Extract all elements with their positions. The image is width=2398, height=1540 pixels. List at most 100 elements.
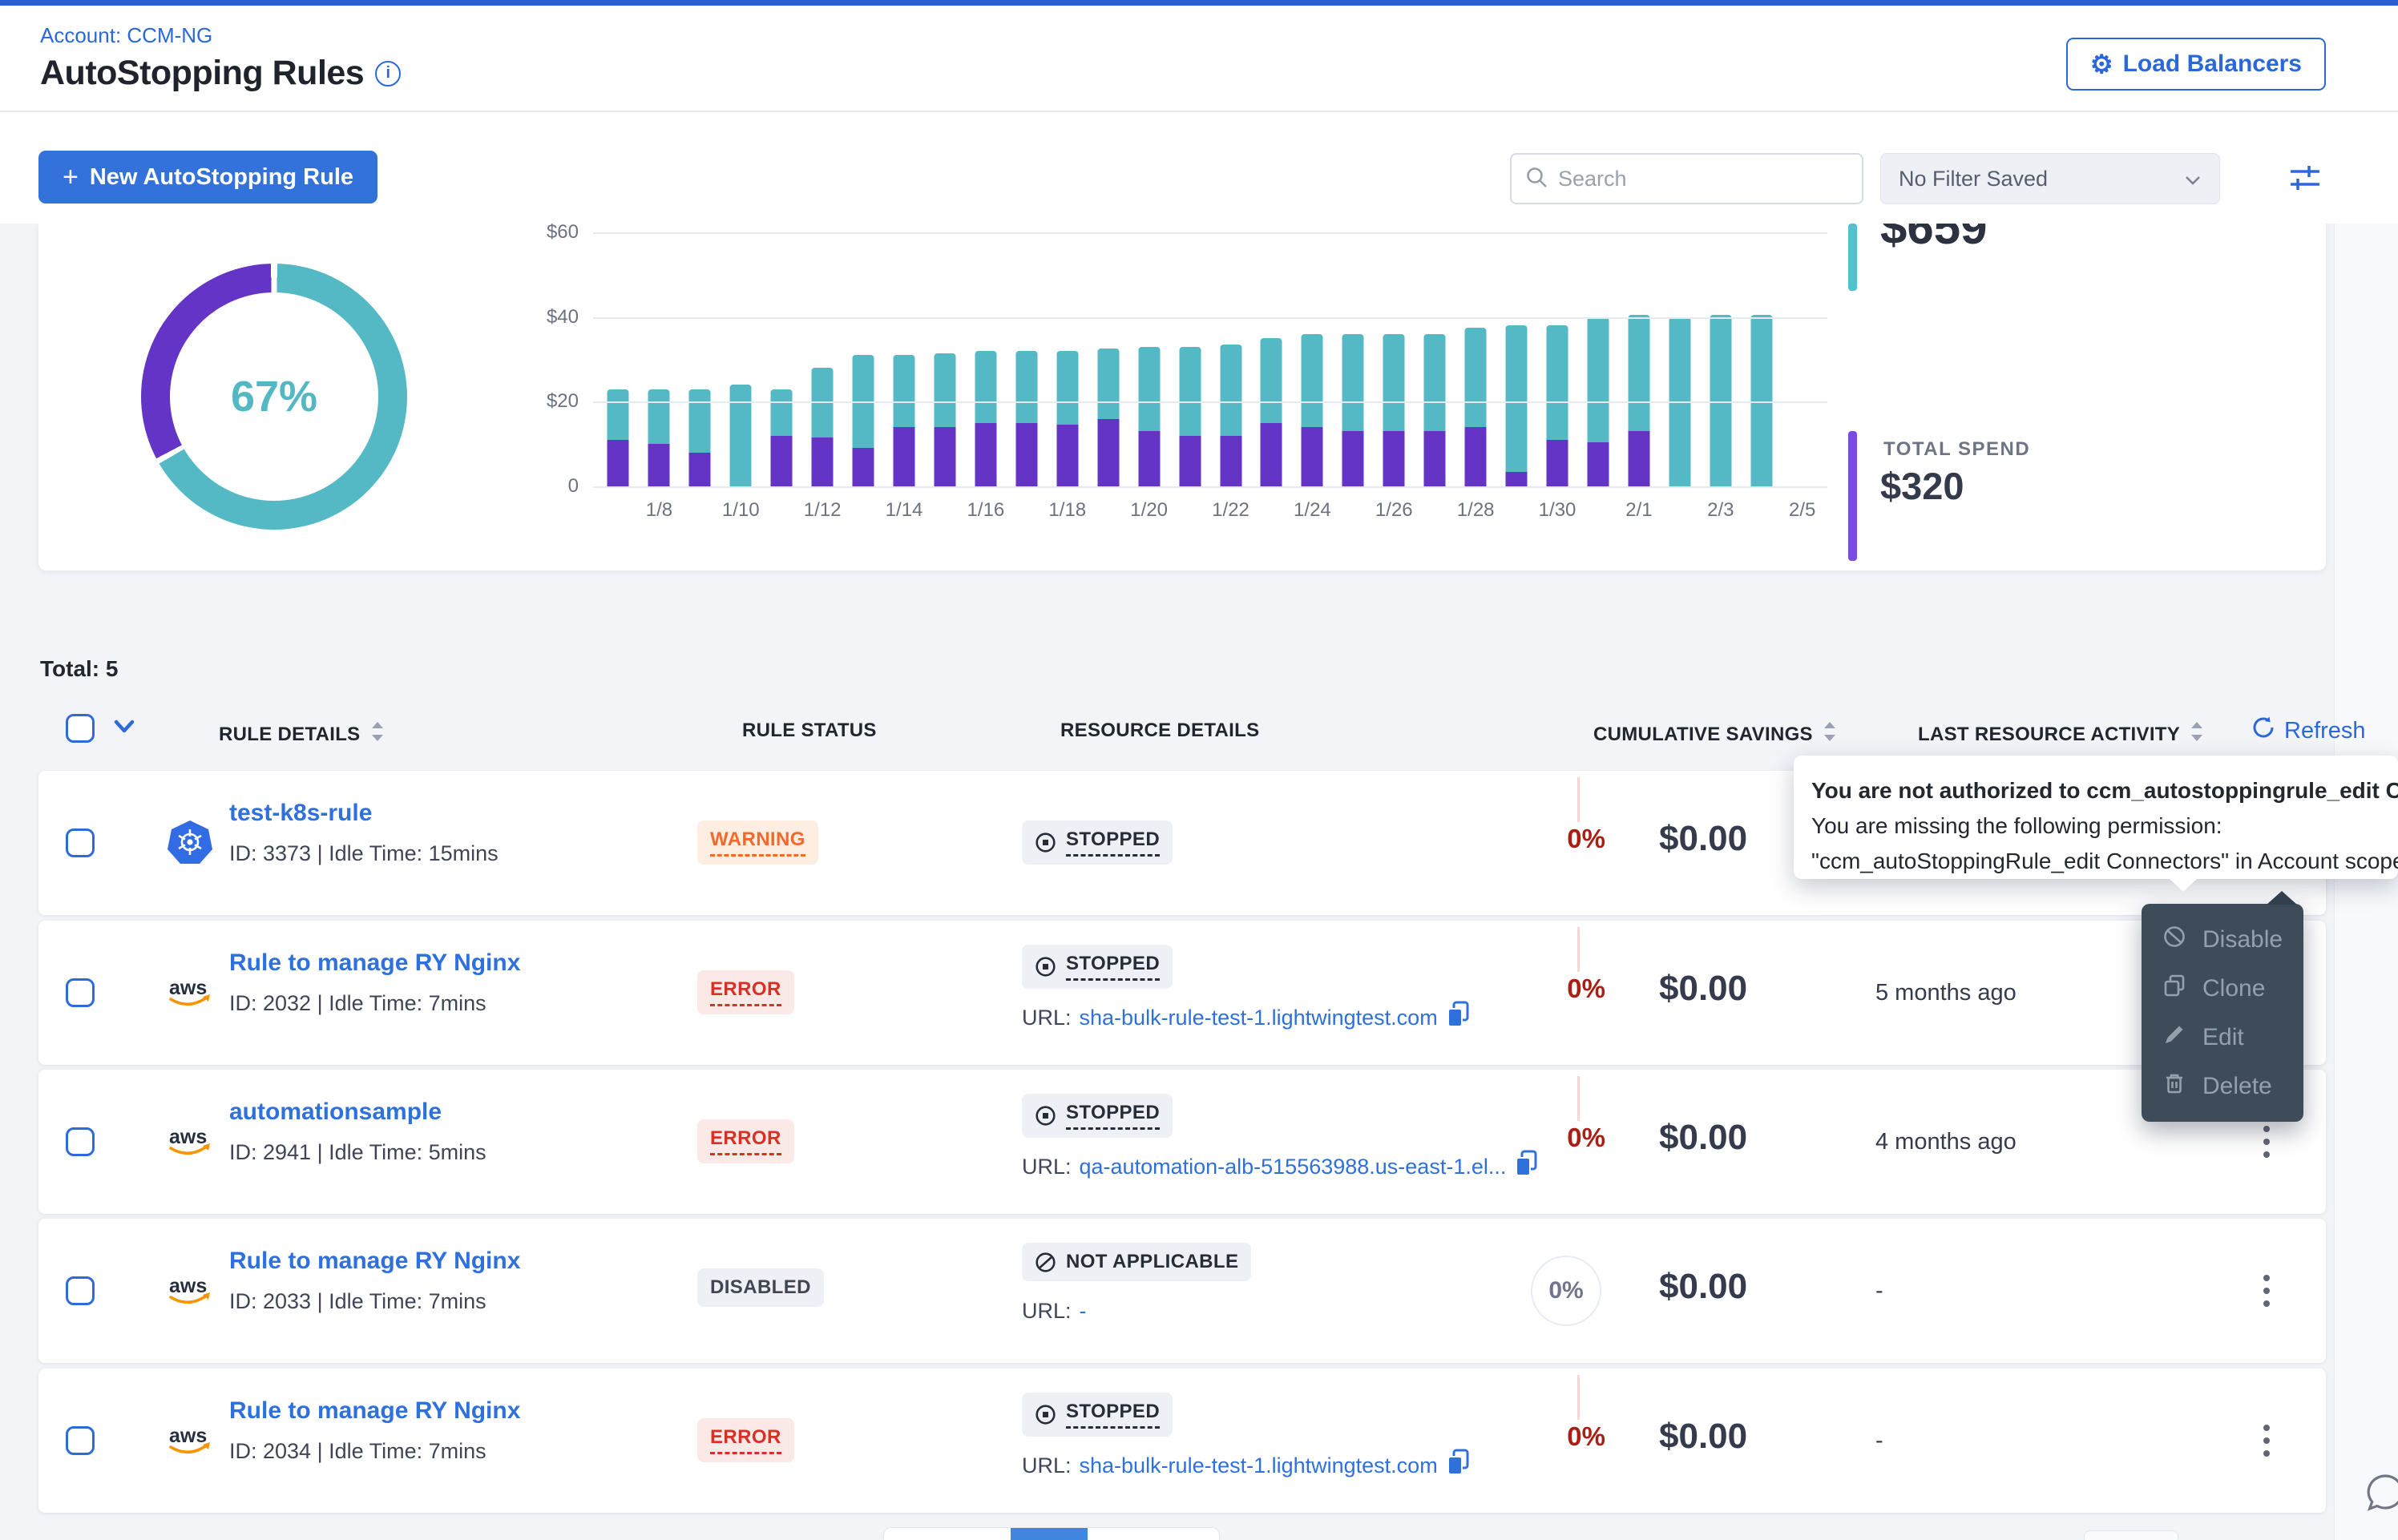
- table-row: awsautomationsampleID: 2941 | Idle Time:…: [38, 1070, 2326, 1214]
- copy-icon[interactable]: [1446, 1001, 1470, 1034]
- resource-url-link[interactable]: sha-bulk-rule-test-1.lightwingtest.com: [1080, 1006, 1438, 1030]
- savings-bar-segment: [1097, 349, 1119, 418]
- savings-sparkline: [1577, 927, 1580, 972]
- right-gutter: [2334, 224, 2398, 1540]
- copy-icon[interactable]: [1446, 1449, 1470, 1482]
- spend-bar-segment: [1302, 427, 1323, 486]
- savings-bar-segment: [648, 389, 670, 445]
- select-menu-chevron-icon[interactable]: [112, 718, 136, 740]
- row-checkbox[interactable]: [66, 1127, 95, 1156]
- saved-filter-select[interactable]: No Filter Saved: [1880, 153, 2220, 204]
- select-all-checkbox[interactable]: [66, 714, 95, 743]
- resource-url-link[interactable]: sha-bulk-rule-test-1.lightwingtest.com: [1080, 1453, 1438, 1478]
- context-menu-item-clone[interactable]: Clone: [2142, 964, 2303, 1013]
- row-checkbox[interactable]: [66, 1426, 95, 1455]
- stacked-bar: [1302, 334, 1323, 486]
- savings-percent-ring: 0%: [1531, 1256, 1601, 1326]
- column-header-label: LAST RESOURCE ACTIVITY: [1918, 724, 2180, 746]
- spend-bar-segment: [1587, 442, 1609, 486]
- rule-name-link[interactable]: Rule to manage RY Nginx: [229, 1397, 520, 1425]
- spend-bar-segment: [894, 427, 915, 486]
- bar-slot: 1/30: [1537, 232, 1578, 486]
- context-menu-item-delete[interactable]: Delete: [2142, 1062, 2303, 1111]
- row-checkbox[interactable]: [66, 828, 95, 857]
- rule-name-link[interactable]: automationsample: [229, 1099, 442, 1126]
- status-badge-label: DISABLED: [710, 1276, 811, 1299]
- spend-bar-segment: [1056, 425, 1078, 486]
- refresh-button[interactable]: Refresh: [2251, 715, 2366, 747]
- filter-panel-button[interactable]: [2283, 159, 2326, 199]
- sort-icon[interactable]: [1821, 720, 1839, 749]
- column-header-last-resource-activity[interactable]: LAST RESOURCE ACTIVITY: [1918, 720, 2206, 749]
- sort-icon[interactable]: [2188, 720, 2206, 749]
- x-axis-tick-label: 1/16: [967, 499, 1005, 522]
- gridline: $60: [593, 232, 1827, 234]
- pagination[interactable]: [883, 1527, 1220, 1540]
- bar-slot: 1/16: [965, 232, 1006, 486]
- y-axis-tick-label: 0: [568, 475, 579, 498]
- refresh-label: Refresh: [2284, 718, 2366, 744]
- table-row: aws Rule to manage RY Nginx ID: 2034 | Idl…: [38, 1369, 2326, 1513]
- bar-slot: 1/28: [1455, 232, 1496, 486]
- savings-bar-segment: [1465, 328, 1487, 427]
- column-header-rule-details[interactable]: RULE DETAILS: [219, 720, 386, 749]
- context-menu-item-edit[interactable]: Edit: [2142, 1013, 2303, 1062]
- column-header-cumulative-savings[interactable]: CUMULATIVE SAVINGS: [1593, 720, 1839, 749]
- svg-text:aws: aws: [169, 1425, 207, 1447]
- info-icon[interactable]: i: [375, 61, 401, 87]
- context-menu-label: Delete: [2202, 1073, 2272, 1100]
- stacked-bar: [730, 385, 752, 486]
- savings-bar-segment: [1710, 315, 1731, 486]
- status-badge: ERROR: [697, 1418, 794, 1462]
- kebab-dot: [2263, 1275, 2270, 1281]
- row-actions-kebab[interactable]: [2249, 1262, 2284, 1320]
- bar-slot: 1/26: [1374, 232, 1415, 486]
- search-input[interactable]: [1558, 167, 1849, 191]
- x-axis-tick-label: 1/22: [1212, 499, 1249, 522]
- load-balancers-button[interactable]: ⚙ Load Balancers: [2066, 38, 2326, 91]
- pagination-current-page[interactable]: [1011, 1528, 1088, 1540]
- summary-chart-card: 67% 1/81/101/121/141/161/181/201/221/241…: [38, 224, 2326, 570]
- copy-icon[interactable]: [1514, 1150, 1538, 1183]
- x-axis-tick-label: 1/24: [1294, 499, 1331, 522]
- savings-percent-value: 0%: [1513, 1123, 1605, 1153]
- new-autostopping-rule-button[interactable]: + New AutoStopping Rule: [38, 151, 377, 204]
- resource-status-cell: STOPPED: [1022, 945, 1173, 989]
- bar-slot: 1/8: [639, 232, 680, 486]
- rule-name-link[interactable]: Rule to manage RY Nginx: [229, 949, 520, 977]
- bar-slot: [1088, 232, 1128, 486]
- resource-url-link[interactable]: -: [1080, 1299, 1087, 1324]
- bar-slot: 1/14: [884, 232, 925, 486]
- row-actions-kebab[interactable]: [2249, 1412, 2284, 1469]
- last-activity: -: [1875, 1278, 1883, 1304]
- bar-slot: [761, 232, 802, 486]
- context-menu-item-disable[interactable]: Disable: [2142, 915, 2303, 964]
- row-checkbox[interactable]: [66, 1276, 95, 1305]
- resource-status-cell: STOPPED: [1022, 1393, 1173, 1437]
- rule-name-link[interactable]: Rule to manage RY Nginx: [229, 1248, 520, 1275]
- spend-bar-segment: [1547, 440, 1568, 486]
- resource-url-link[interactable]: qa-automation-alb-515563988.us-east-1.el…: [1080, 1155, 1507, 1179]
- stop-circle-icon: [1035, 832, 1056, 853]
- stacked-bar: [1547, 325, 1568, 486]
- spend-bar-segment: [1015, 423, 1037, 486]
- url-prefix: URL:: [1022, 1006, 1072, 1030]
- url-prefix: URL:: [1022, 1453, 1072, 1478]
- pagination-next-button[interactable]: [2084, 1530, 2178, 1540]
- aws-icon: aws: [167, 1273, 215, 1312]
- stacked-bar: [771, 389, 793, 486]
- rule-meta: ID: 2941 | Idle Time: 5mins: [229, 1140, 486, 1165]
- rule-meta: ID: 2034 | Idle Time: 7mins: [229, 1439, 486, 1464]
- sort-icon[interactable]: [369, 720, 386, 749]
- account-breadcrumb[interactable]: Account: CCM-NG: [40, 23, 212, 48]
- url-prefix: URL:: [1022, 1299, 1072, 1324]
- help-chat-button[interactable]: [2361, 1470, 2398, 1518]
- stacked-bar: [1383, 334, 1405, 486]
- last-activity: -: [1875, 1428, 1883, 1454]
- rule-name-link[interactable]: test-k8s-rule: [229, 800, 372, 827]
- resource-url-line: URL:-: [1022, 1299, 1087, 1324]
- row-checkbox[interactable]: [66, 978, 95, 1007]
- savings-bar-segment: [1015, 351, 1037, 423]
- resource-state-label: NOT APPLICABLE: [1066, 1251, 1238, 1273]
- total-savings-indicator: [1848, 224, 1857, 291]
